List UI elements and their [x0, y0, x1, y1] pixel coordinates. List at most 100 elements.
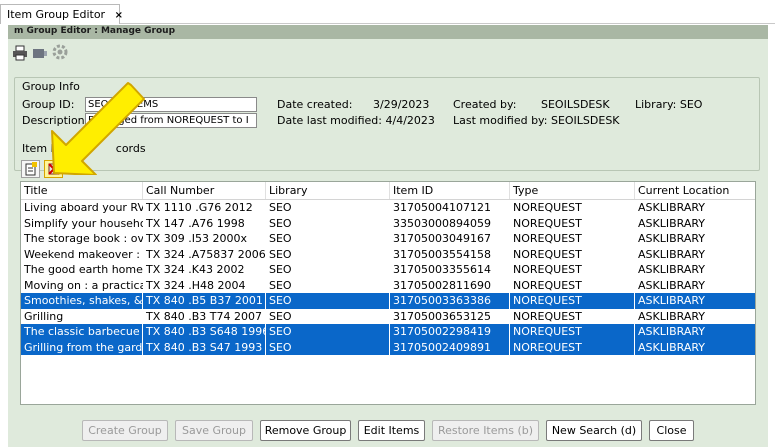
- gear-icon[interactable]: [51, 43, 69, 61]
- table-cell: 31705003554158: [393, 247, 491, 261]
- group-id-field[interactable]: SEO TX ITEMS: [85, 97, 257, 112]
- table-cell: TX 840 .B5 B37 2001: [143, 293, 266, 309]
- library-label: Library: SEO: [635, 98, 703, 111]
- table-row[interactable]: Living aboard your RV TX 1110 .G76 2012 SE…: [21, 200, 755, 216]
- editor-header: m Group Editor : Manage Group: [8, 25, 768, 39]
- table-cell: 31705002298419: [390, 324, 510, 340]
- add-record-icon[interactable]: [21, 160, 40, 178]
- table-cell: SEO: [269, 278, 292, 292]
- column-current-location[interactable]: Current Location: [635, 182, 755, 199]
- table-cell: NOREQUEST: [513, 216, 582, 230]
- table-cell: NOREQUEST: [510, 324, 635, 340]
- printer-icon[interactable]: [11, 44, 29, 62]
- column-item-id[interactable]: Item ID: [390, 182, 510, 199]
- table-cell: NOREQUEST: [513, 232, 582, 245]
- group-id-label: Group ID:: [22, 98, 75, 111]
- column-call-number[interactable]: Call Number: [143, 182, 266, 199]
- table-cell: NOREQUEST: [510, 339, 635, 355]
- table-cell: TX 1110 .G76 2012: [146, 201, 253, 214]
- remove-group-button[interactable]: Remove Group: [260, 420, 351, 441]
- description-field[interactable]: BN ... ged from NOREQUEST to I: [85, 113, 257, 128]
- save-group-button[interactable]: Save Group: [175, 420, 253, 441]
- table-cell: TX 309 .I53 2000x: [146, 232, 247, 245]
- table-cell: The storage book : ov...: [24, 232, 143, 245]
- table-row[interactable]: Moving on : a practica...TX 324 .H48 200…: [21, 278, 755, 294]
- close-icon[interactable]: ×: [115, 10, 123, 21]
- table-cell: SEO: [269, 201, 292, 214]
- tab-title: Item Group Editor: [7, 8, 106, 21]
- table-cell: ASKLIBRARY: [638, 278, 706, 292]
- table-cell: 31705003363386: [390, 293, 510, 309]
- table-cell: The good earth home ...: [24, 263, 143, 276]
- date-created-label: Date created:: [277, 98, 353, 111]
- column-title[interactable]: Title: [21, 182, 143, 199]
- table-row[interactable]: The storage book : ov... TX 309 .I53 2000…: [21, 231, 755, 247]
- table-cell: SEO: [269, 232, 292, 245]
- column-type[interactable]: Type: [510, 182, 635, 199]
- item-table: Title Call Number Library Item ID Type C…: [20, 181, 756, 405]
- table-cell: NOREQUEST: [510, 293, 635, 309]
- table-row[interactable]: Grilling from the gard... TX 840 .B3 S47 …: [21, 339, 755, 356]
- created-by-label: Created by:: [453, 98, 517, 111]
- edit-items-button[interactable]: Edit Items: [358, 420, 425, 441]
- table-cell: NOREQUEST: [513, 247, 582, 261]
- restore-items-button[interactable]: Restore Items (b): [432, 420, 539, 441]
- table-cell: ASKLIBRARY: [638, 216, 706, 230]
- tab-item-group-editor[interactable]: Item Group Editor ×: [0, 4, 123, 24]
- table-cell: ASKLIBRARY: [635, 340, 755, 356]
- button-bar: Create Group Save Group Remove Group Edi…: [8, 420, 768, 442]
- table-cell: TX 324 .K43 2002: [146, 263, 245, 276]
- table-cell: SEO: [266, 339, 390, 355]
- table-cell: 31705002409891: [390, 339, 510, 355]
- date-created-value: 3/29/2023: [373, 98, 430, 111]
- table-cell: Grilling: [24, 309, 64, 323]
- table-cell: Living aboard your RV: [24, 201, 143, 214]
- table-cell: ASKLIBRARY: [638, 309, 706, 323]
- table-cell: 33503000894059: [393, 216, 491, 230]
- table-row[interactable]: Smoothies, shakes, & ...TX 840 .B5 B37 2…: [21, 293, 755, 309]
- table-cell: TX 147 .A76 1998: [146, 216, 245, 230]
- modified-by-label: Last modified by: SEOILSDESK: [453, 114, 620, 127]
- table-cell: ASKLIBRARY: [635, 293, 755, 309]
- remove-record-icon[interactable]: [44, 160, 63, 178]
- table-row[interactable]: Weekend makeover : ... TX 324 .A75837 200…: [21, 247, 755, 263]
- group-info-legend: Group Info: [22, 80, 80, 93]
- table-body: Living aboard your RV TX 1110 .G76 2012 SE…: [21, 200, 755, 355]
- new-search-button[interactable]: New Search (d): [546, 420, 642, 441]
- close-button[interactable]: Close: [649, 420, 694, 441]
- table-cell: SEO: [269, 263, 292, 276]
- table-row[interactable]: Simplify your householdTX 147 .A76 1998 S…: [21, 216, 755, 232]
- table-cell: SEO: [266, 293, 390, 309]
- table-cell: TX 840 .B3 S47 1993: [143, 339, 266, 355]
- table-cell: Weekend makeover : ...: [24, 247, 143, 261]
- table-cell: Moving on : a practica...: [24, 278, 143, 292]
- folder-icon[interactable]: [31, 44, 49, 62]
- table-cell: SEO: [269, 247, 292, 261]
- item-list-legend: Item List cords: [22, 142, 146, 155]
- table-cell: Smoothies, shakes, & ...: [21, 293, 143, 309]
- column-library[interactable]: Library: [266, 182, 390, 199]
- table-cell: TX 840 .B3 S648 1996: [143, 324, 266, 340]
- created-by-value: SEOILSDESK: [541, 98, 610, 111]
- table-cell: ASKLIBRARY: [638, 247, 706, 261]
- table-row[interactable]: Grilling TX 840 .B3 T74 2007 SEO 3170500365…: [21, 309, 755, 325]
- table-cell: 31705003355614: [393, 263, 491, 276]
- table-cell: Simplify your household: [24, 216, 143, 230]
- editor-panel: Group Info Group ID: SEO TX ITEMS Descri…: [8, 39, 768, 447]
- table-cell: Grilling from the gard...: [21, 339, 143, 355]
- create-group-button[interactable]: Create Group: [82, 420, 168, 441]
- table-cell: NOREQUEST: [513, 201, 582, 214]
- table-cell: ASKLIBRARY: [638, 232, 706, 245]
- description-label: Description:: [22, 114, 89, 127]
- table-cell: ASKLIBRARY: [638, 263, 706, 276]
- table-cell: 31705004107121: [393, 201, 491, 214]
- date-modified-label: Date last modified: 4/4/2023: [277, 114, 435, 127]
- table-cell: 31705002811690: [393, 278, 491, 292]
- table-cell: TX 840 .B3 T74 2007: [146, 309, 262, 323]
- table-row[interactable]: The good earth home ...TX 324 .K43 2002 S…: [21, 262, 755, 278]
- table-cell: SEO: [269, 216, 292, 230]
- table-cell: NOREQUEST: [513, 263, 582, 276]
- table-cell: The classic barbecue ...: [21, 324, 143, 340]
- table-cell: NOREQUEST: [513, 278, 582, 292]
- table-row[interactable]: The classic barbecue ... TX 840 .B3 S648 …: [21, 324, 755, 340]
